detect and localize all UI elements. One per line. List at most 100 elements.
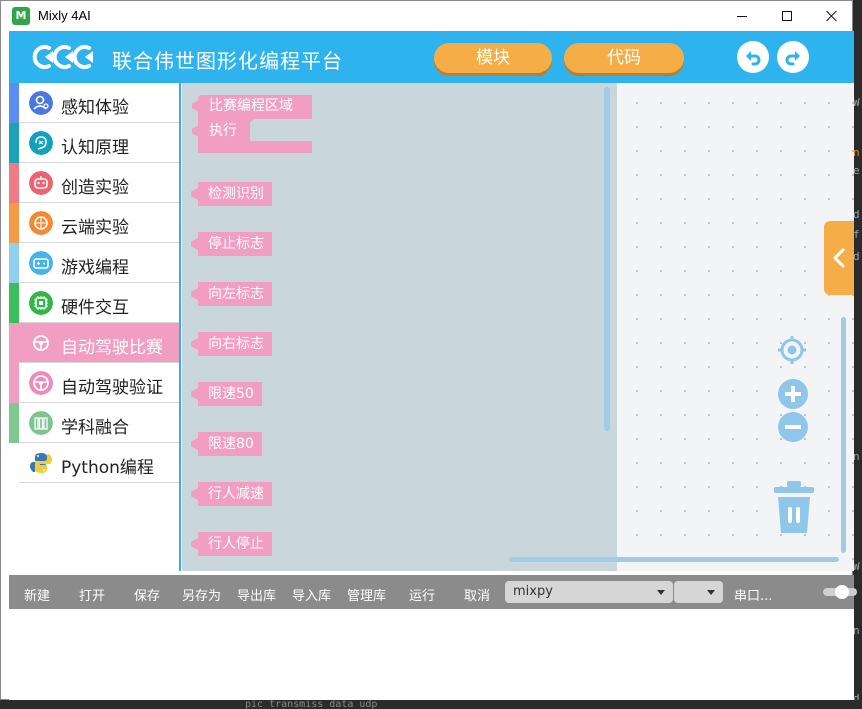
toggle-knob <box>835 585 849 599</box>
category-label: 认知原理 <box>61 138 129 158</box>
category-label: 硬件交互 <box>61 298 129 318</box>
category-stripe <box>9 363 19 403</box>
maximize-button[interactable] <box>764 1 810 31</box>
block-stop-sign[interactable]: 停止标志 <box>198 232 272 256</box>
redo-button[interactable] <box>777 41 809 73</box>
books-icon <box>29 411 53 435</box>
app-header: 联合伟世图形化编程平台 模块 代码 <box>9 31 854 83</box>
category-autodrive-contest[interactable]: 自动驾驶比赛 <box>9 323 179 363</box>
block-execute-label: 执行 <box>199 119 245 143</box>
category-label: 学科融合 <box>61 418 129 438</box>
category-game[interactable]: 游戏编程 <box>9 243 179 283</box>
category-hardware[interactable]: 硬件交互 <box>9 283 179 323</box>
user-sense-icon <box>29 91 53 115</box>
save-button[interactable]: 保存 <box>134 585 160 604</box>
ide-file-tree-item[interactable]: pic_transmiss_data_udp <box>200 700 862 709</box>
chip-icon <box>29 291 53 315</box>
category-creation[interactable]: 创造实验 <box>9 163 179 203</box>
port-select[interactable] <box>674 581 723 603</box>
workspace-horizontal-scrollbar[interactable] <box>509 557 839 562</box>
code-panel-toggle[interactable] <box>824 221 854 295</box>
window-title: Mixly 4AI <box>38 8 91 23</box>
close-button[interactable] <box>809 1 855 31</box>
chevron-down-icon <box>707 590 715 595</box>
python-icon <box>30 453 52 473</box>
category-cognition[interactable]: 认知原理 <box>9 123 179 163</box>
steering-wheel-icon <box>29 331 53 355</box>
minimize-button[interactable] <box>719 1 765 31</box>
chevron-down-icon <box>657 590 665 595</box>
category-cloud[interactable]: 云端实验 <box>9 203 179 243</box>
category-label: 游戏编程 <box>61 258 129 278</box>
block-speed-50[interactable]: 限速50 <box>198 382 262 406</box>
output-console[interactable] <box>9 609 854 700</box>
title-bar[interactable]: M Mixly 4AI <box>1 1 852 31</box>
category-stripe <box>9 123 19 163</box>
robot-icon <box>29 171 53 195</box>
category-stripe <box>9 83 19 123</box>
category-interdisciplinary[interactable]: 学科融合 <box>9 403 179 443</box>
minimize-icon <box>737 15 747 17</box>
category-label: 自动驾驶验证 <box>61 378 163 398</box>
cancel-button[interactable]: 取消 <box>464 585 490 604</box>
save-as-button[interactable]: 另存为 <box>182 585 221 604</box>
board-select[interactable]: mixpy <box>505 581 673 603</box>
import-library-button[interactable]: 导入库 <box>292 585 331 604</box>
category-stripe <box>9 243 19 283</box>
open-button[interactable]: 打开 <box>79 585 105 604</box>
category-stripe <box>9 203 19 243</box>
steering-wheel-icon <box>29 371 53 395</box>
export-library-button[interactable]: 导出库 <box>237 585 276 604</box>
block-contest-title: 比赛编程区域 <box>199 94 301 118</box>
category-label: 创造实验 <box>61 178 129 198</box>
tab-blocks[interactable]: 模块 <box>434 43 552 73</box>
block-right-sign[interactable]: 向右标志 <box>198 332 272 356</box>
undo-icon <box>746 51 761 66</box>
tab-code[interactable]: 代码 <box>564 43 684 73</box>
category-label: 感知体验 <box>61 98 129 118</box>
flyout-scrollbar[interactable] <box>604 87 610 431</box>
run-button[interactable]: 运行 <box>409 585 435 604</box>
category-python[interactable]: Python编程 <box>9 443 179 483</box>
undo-button[interactable] <box>737 41 769 73</box>
serial-monitor-button[interactable]: 串口... <box>734 585 772 604</box>
new-button[interactable]: 新建 <box>24 585 50 604</box>
block-left-sign[interactable]: 向左标志 <box>198 282 272 306</box>
block-detect[interactable]: 检测识别 <box>198 182 272 206</box>
redo-icon <box>785 51 800 66</box>
output-toggle[interactable] <box>823 585 857 599</box>
board-select-value: mixpy <box>513 584 553 599</box>
trash-icon[interactable] <box>772 479 816 535</box>
block-workspace[interactable] <box>617 83 854 571</box>
category-stripe <box>9 283 19 323</box>
cloud-brain-icon <box>29 211 53 235</box>
category-stripe <box>9 163 19 203</box>
bottom-toolbar: 新建 打开 保存 另存为 导出库 导入库 管理库 运行 取消 mixpy 串口.… <box>9 575 857 609</box>
category-label: 自动驾驶比赛 <box>61 338 163 358</box>
mixly-window: M Mixly 4AI 联合伟世图形化编程平台 模块 代码 感知体验 认知原理 … <box>0 0 857 700</box>
category-perception[interactable]: 感知体验 <box>9 83 179 123</box>
block-speed-80[interactable]: 限速80 <box>198 432 262 456</box>
manage-library-button[interactable]: 管理库 <box>347 585 386 604</box>
close-icon <box>826 10 838 22</box>
category-sidebar: 感知体验 认知原理 创造实验 云端实验 游戏编程 硬件交互 自动驾驶比赛 自动驾… <box>9 83 181 571</box>
category-stripe <box>9 403 19 443</box>
platform-title: 联合伟世图形化编程平台 <box>112 49 343 73</box>
category-label: 云端实验 <box>61 218 129 238</box>
mixly-logo-icon <box>32 45 93 69</box>
recenter-icon[interactable] <box>776 334 808 366</box>
chevron-left-icon <box>833 248 845 268</box>
block-pedestrian-stop[interactable]: 行人停止 <box>198 532 272 556</box>
workspace-vertical-scrollbar[interactable] <box>841 317 846 553</box>
category-autodrive-verify[interactable]: 自动驾驶验证 <box>9 363 179 403</box>
zoom-in-icon[interactable] <box>777 378 809 410</box>
brain-icon <box>29 131 53 155</box>
block-pedestrian-slow[interactable]: 行人减速 <box>198 482 272 506</box>
gamepad-icon <box>29 251 53 275</box>
zoom-out-icon[interactable] <box>777 411 809 443</box>
category-stripe <box>9 443 19 483</box>
category-stripe <box>9 323 19 363</box>
category-label: Python编程 <box>61 458 154 478</box>
app-logo-icon: M <box>12 7 30 25</box>
maximize-icon <box>782 11 792 21</box>
